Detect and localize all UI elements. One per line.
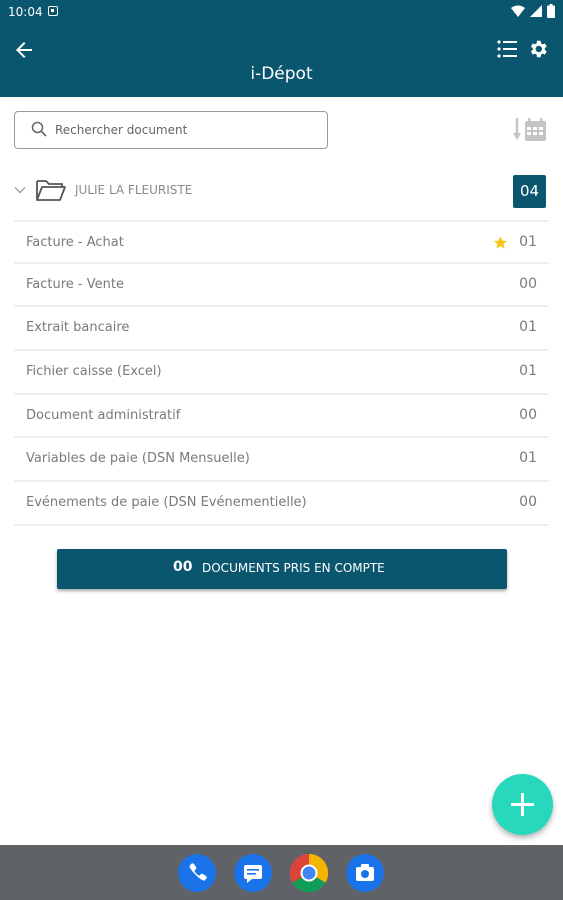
list-item-facture-vente[interactable]: Facture - Vente 00: [14, 264, 549, 308]
list-item-label: Fichier caisse (Excel): [26, 364, 162, 380]
list-item-document-administratif[interactable]: Document administratif 00: [14, 395, 549, 439]
status-bar: 10:04: [0, 0, 563, 24]
open-folder-icon: [36, 180, 66, 201]
phone-icon[interactable]: [178, 854, 216, 892]
page-title: i-Dépot: [250, 64, 313, 84]
system-icons: [511, 4, 555, 18]
app-bar: i-Dépot: [0, 24, 563, 97]
signal-icon: [530, 5, 542, 17]
search-placeholder: Rechercher document: [55, 123, 188, 137]
search-icon: [31, 121, 47, 137]
search-field[interactable]: Rechercher document: [14, 111, 328, 149]
list-item-count: 00: [519, 406, 537, 423]
folder-name: JULIE LA FLEURISTE: [75, 183, 193, 197]
list-item-count: 01: [519, 319, 537, 336]
list-item-label: Evénements de paie (DSN Evénementielle): [26, 495, 307, 511]
list-item-label: Facture - Achat: [26, 235, 124, 250]
chevron-down-icon[interactable]: [14, 184, 26, 196]
list-item-label: Variables de paie (DSN Mensuelle): [26, 451, 250, 467]
list-item-facture-achat[interactable]: Facture - Achat 01: [14, 220, 549, 264]
system-dock: [0, 845, 563, 900]
notification-icon: [48, 6, 58, 16]
chrome-icon[interactable]: [289, 853, 329, 893]
wifi-icon: [511, 5, 525, 17]
list-item-label: Facture - Vente: [26, 276, 124, 292]
list-item-extrait-bancaire[interactable]: Extrait bancaire 01: [14, 307, 549, 352]
documents-count: 00: [173, 559, 193, 575]
list-item-variables-paie[interactable]: Variables de paie (DSN Mensuelle) 01: [14, 438, 549, 483]
list-item-count: 00: [519, 494, 537, 511]
add-document-button[interactable]: [492, 774, 553, 835]
folder-row[interactable]: JULIE LA FLEURISTE 04: [0, 172, 563, 212]
status-time: 10:04: [8, 5, 43, 19]
battery-icon: [547, 4, 555, 18]
list-item-evenements-paie[interactable]: Evénements de paie (DSN Evénementielle) …: [14, 482, 549, 526]
sort-by-date-icon[interactable]: [513, 116, 547, 142]
list-view-icon[interactable]: [496, 38, 518, 60]
list-item-count: 00: [519, 275, 537, 292]
list-item-count: 01: [519, 234, 537, 250]
settings-gear-icon[interactable]: [527, 38, 549, 60]
list-item-label: Extrait bancaire: [26, 320, 130, 336]
documents-count-button[interactable]: 00 DOCUMENTS PRIS EN COMPTE: [57, 549, 507, 589]
messages-icon[interactable]: [234, 854, 272, 892]
list-item-label: Document administratif: [26, 407, 181, 423]
back-arrow-icon[interactable]: [12, 38, 36, 62]
camera-icon[interactable]: [346, 854, 384, 892]
folder-count-badge: 04: [513, 175, 546, 208]
list-item-fichier-caisse[interactable]: Fichier caisse (Excel) 01: [14, 351, 549, 395]
plus-icon: [511, 793, 534, 816]
list-item-count: 01: [519, 363, 537, 380]
document-type-list: Facture - Achat 01 Facture - Vente 00 Ex…: [14, 220, 549, 526]
documents-count-label: DOCUMENTS PRIS EN COMPTE: [202, 561, 385, 575]
list-item-count: 01: [519, 450, 537, 467]
star-icon[interactable]: [493, 235, 508, 250]
